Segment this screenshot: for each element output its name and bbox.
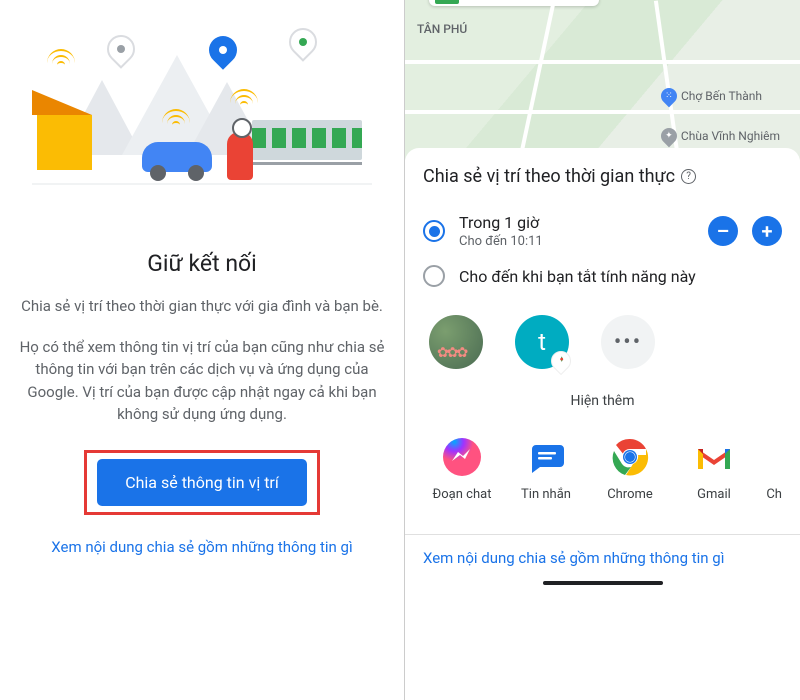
share-location-button[interactable]: Chia sẻ thông tin vị trí bbox=[97, 459, 307, 506]
shopping-pin-icon: ⁙ bbox=[658, 85, 681, 108]
illustration bbox=[32, 40, 372, 220]
highlight-box: Chia sẻ thông tin vị trí bbox=[84, 450, 320, 515]
avatar: t bbox=[515, 315, 569, 369]
more-icon: ••• bbox=[601, 315, 655, 369]
app-label: Tin nhắn bbox=[521, 487, 571, 503]
messenger-icon bbox=[440, 435, 484, 479]
app-nearby-share[interactable]: Chia sẻ lân cận bbox=[759, 435, 782, 518]
app-chrome[interactable]: Chrome bbox=[591, 435, 669, 518]
map-poi[interactable]: ✦ Chùa Vĩnh Nghiêm bbox=[661, 128, 780, 144]
intro-text-1: Chia sẻ vị trí theo thời gian thực với g… bbox=[21, 295, 383, 318]
intro-text-2: Họ có thể xem thông tin vị trí của bạn c… bbox=[18, 336, 386, 426]
more-contacts-button[interactable]: ••• bbox=[595, 315, 661, 369]
help-icon[interactable]: ? bbox=[681, 169, 696, 184]
option-label: Cho đến khi bạn tắt tính năng này bbox=[459, 267, 782, 286]
contacts-row: t ••• bbox=[423, 315, 782, 369]
intro-screen: Giữ kết nối Chia sẻ vị trí theo thời gia… bbox=[0, 0, 405, 700]
app-label: Chrome bbox=[607, 487, 653, 503]
home-indicator[interactable] bbox=[543, 581, 663, 585]
app-messenger[interactable]: Đoạn chat bbox=[423, 435, 501, 518]
gmail-icon bbox=[692, 435, 736, 479]
app-label: Gmail bbox=[697, 487, 731, 503]
share-apps-row: Đoạn chat Tin nhắn Chrome Gmail bbox=[423, 435, 782, 518]
learn-more-link[interactable]: Xem nội dung chia sẻ gồm những thông tin… bbox=[51, 537, 352, 559]
app-messages[interactable]: Tin nhắn bbox=[507, 435, 585, 518]
bottom-sheet: Chia sẻ vị trí theo thời gian thực ? Tro… bbox=[405, 148, 800, 700]
app-gmail[interactable]: Gmail bbox=[675, 435, 753, 518]
sheet-title: Chia sẻ vị trí theo thời gian thực ? bbox=[423, 166, 782, 187]
poi-label: Chợ Bến Thành bbox=[681, 89, 762, 103]
map-poi[interactable]: ⁙ Chợ Bến Thành bbox=[661, 88, 762, 104]
option-1-hour[interactable]: Trong 1 giờ Cho đến 10:11 – + bbox=[423, 205, 782, 257]
chrome-icon bbox=[608, 435, 652, 479]
radio-selected-icon[interactable] bbox=[423, 220, 445, 242]
contact-item[interactable] bbox=[423, 315, 489, 369]
decrease-button[interactable]: – bbox=[708, 216, 738, 246]
contact-item[interactable]: t bbox=[509, 315, 575, 369]
nearby-share-icon bbox=[776, 435, 782, 479]
option-label: Trong 1 giờ bbox=[459, 213, 694, 232]
poi-label: Chùa Vĩnh Nghiêm bbox=[681, 129, 780, 143]
footer-link[interactable]: Xem nội dung chia sẻ gồm những thông tin… bbox=[423, 535, 782, 575]
location-pin-icon bbox=[283, 22, 323, 62]
show-more-label[interactable]: Hiện thêm bbox=[423, 393, 782, 409]
option-until-off[interactable]: Cho đến khi bạn tắt tính năng này bbox=[423, 257, 782, 295]
radio-unselected-icon[interactable] bbox=[423, 265, 445, 287]
avatar bbox=[429, 315, 483, 369]
app-label: Chia sẻ lân cận bbox=[759, 487, 782, 518]
map-district-label: TÂN PHÚ bbox=[417, 22, 467, 36]
duration-options: Trong 1 giờ Cho đến 10:11 – + Cho đến kh… bbox=[423, 205, 782, 295]
page-title: Giữ kết nối bbox=[147, 250, 256, 277]
google-maps-badge-icon bbox=[547, 347, 575, 375]
map-view[interactable]: TÂN PHÚ ⁙ Chợ Bến Thành ✦ Chùa Vĩnh Nghi… bbox=[405, 0, 800, 160]
share-sheet-screen: TÂN PHÚ ⁙ Chợ Bến Thành ✦ Chùa Vĩnh Nghi… bbox=[405, 0, 800, 700]
increase-button[interactable]: + bbox=[752, 216, 782, 246]
messages-icon bbox=[524, 435, 568, 479]
temple-pin-icon: ✦ bbox=[658, 125, 681, 148]
app-label: Đoạn chat bbox=[433, 487, 492, 503]
option-subtext: Cho đến 10:11 bbox=[459, 234, 694, 249]
search-bar-stub[interactable] bbox=[429, 0, 599, 6]
